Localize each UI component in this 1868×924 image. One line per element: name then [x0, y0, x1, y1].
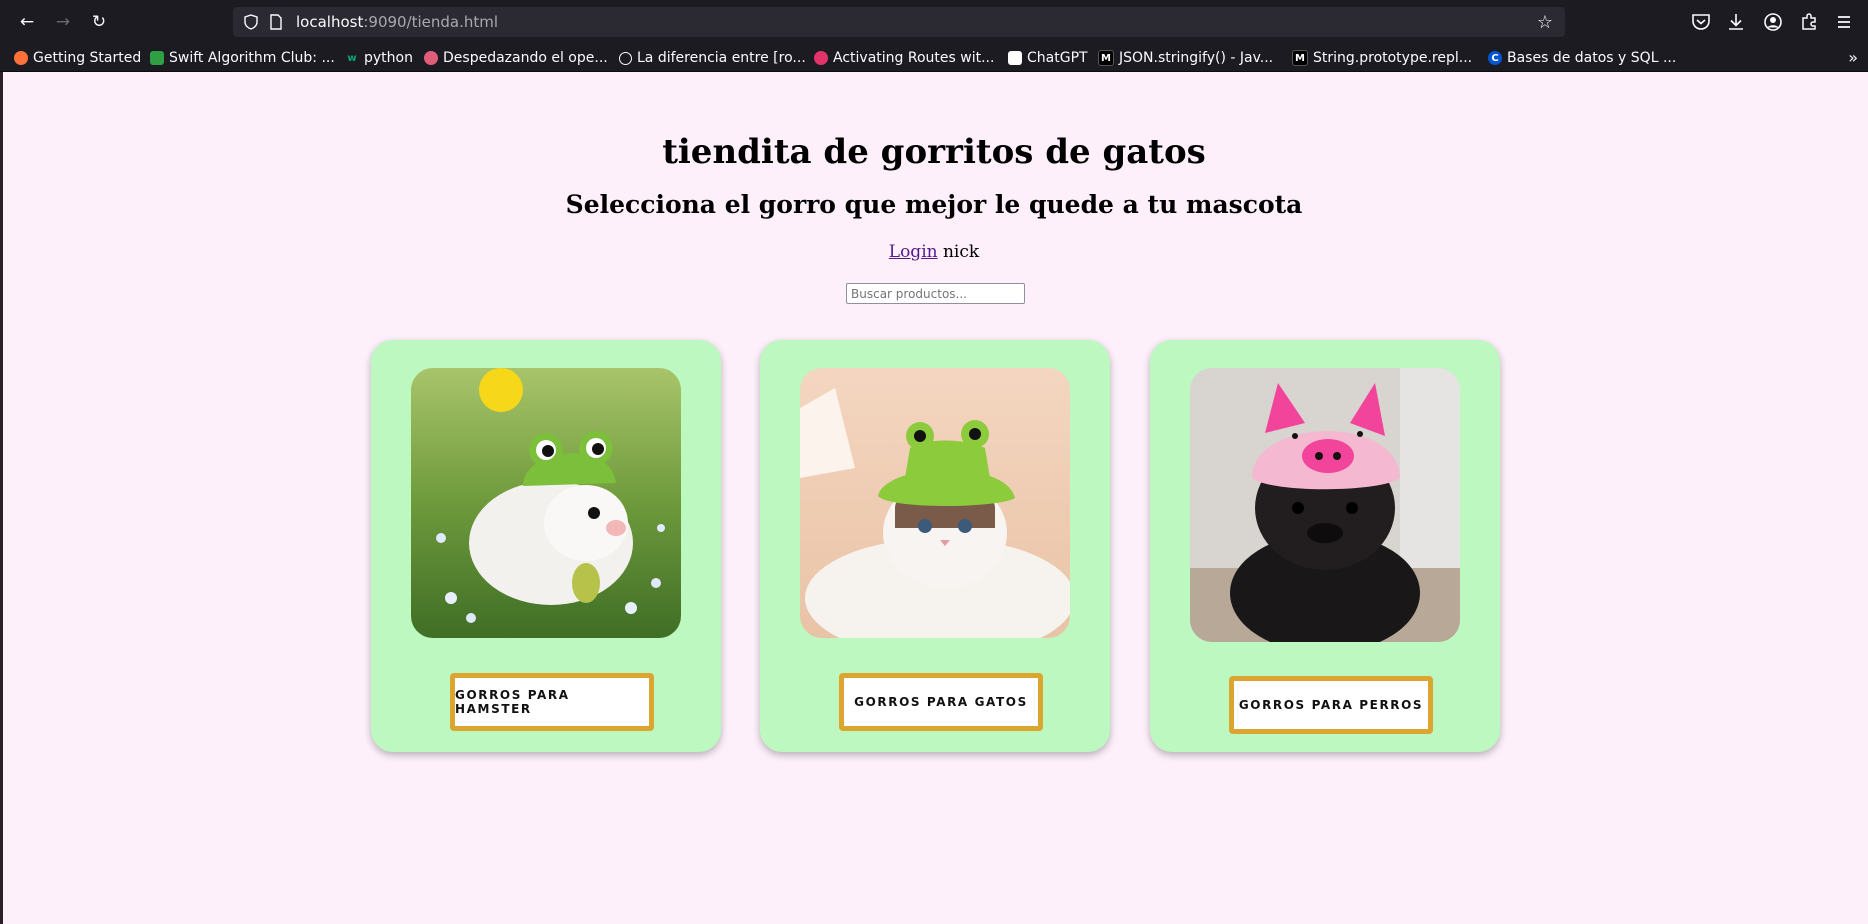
product-card-dog: GORROS PARA PERROS — [1150, 340, 1500, 752]
bookmark-label: Activating Routes wit... — [833, 50, 995, 66]
bookmark-item[interactable]: M String.prototype.repl... — [1292, 48, 1472, 68]
account-icon[interactable] — [1762, 11, 1784, 33]
product-card-cat: GORROS PARA GATOS — [760, 340, 1110, 752]
bookmark-label: python — [364, 50, 413, 66]
cat-hats-button[interactable]: GORROS PARA GATOS — [839, 673, 1043, 731]
bookmark-label: JSON.stringify() - Jav... — [1119, 50, 1274, 66]
bookmark-item[interactable]: C Bases de datos y SQL ... — [1488, 48, 1676, 68]
login-line: Login nick — [0, 242, 1868, 262]
dog-hats-button[interactable]: GORROS PARA PERROS — [1229, 676, 1433, 734]
download-icon[interactable] — [1725, 11, 1747, 33]
firefox-icon — [14, 51, 28, 65]
address-bar[interactable]: localhost:9090/tienda.html ☆ — [233, 7, 1565, 37]
mdn-icon: M — [1098, 50, 1114, 66]
login-link[interactable]: Login — [889, 242, 938, 262]
extensions-icon[interactable] — [1798, 11, 1820, 33]
bookmark-label: Despedazando el ope... — [443, 50, 608, 66]
forward-arrow-icon[interactable]: → — [51, 10, 75, 34]
chatgpt-icon — [1008, 51, 1022, 65]
back-arrow-icon[interactable]: ← — [15, 10, 39, 34]
bookmark-label: String.prototype.repl... — [1313, 50, 1473, 66]
cat-frog-hat-photo — [800, 368, 1070, 638]
hamster-frog-hat-photo — [411, 368, 681, 638]
bookmarks-toolbar: Getting Started Swift Algorithm Club: ..… — [0, 44, 1868, 72]
bookmark-star-icon[interactable]: ☆ — [1537, 12, 1553, 33]
page-subtitle: Selecciona el gorro que mejor le quede a… — [565, 190, 1303, 219]
bookmark-label: ChatGPT — [1027, 50, 1088, 66]
bookmark-label: Swift Algorithm Club: ... — [169, 50, 335, 66]
pug-pig-hat-photo — [1190, 368, 1460, 642]
page-icon[interactable] — [269, 14, 283, 30]
bookmark-label: La diferencia entre [ro... — [637, 50, 806, 66]
page-title: tiendita de gorritos de gatos — [662, 132, 1206, 172]
page-content: tiendita de gorritos de gatos Selecciona… — [0, 72, 1868, 924]
medium-icon — [424, 51, 438, 65]
bookmark-item[interactable]: Swift Algorithm Club: ... — [150, 48, 335, 68]
url-path: :9090/tienda.html — [363, 13, 499, 31]
bookmark-item[interactable]: ChatGPT — [1008, 48, 1088, 68]
bookmark-item[interactable]: w python — [345, 48, 413, 68]
search-input[interactable] — [846, 283, 1025, 304]
shield-icon[interactable] — [243, 14, 259, 30]
github-icon — [150, 51, 164, 65]
reload-icon[interactable]: ↻ — [87, 10, 111, 34]
chevron-double-right-icon[interactable]: » — [1848, 48, 1858, 67]
bookmark-label: Bases de datos y SQL ... — [1507, 50, 1677, 66]
video-icon — [814, 51, 828, 65]
username: nick — [942, 242, 980, 262]
w3-icon: w — [347, 52, 357, 64]
pocket-icon[interactable] — [1690, 11, 1712, 33]
bookmark-item[interactable]: M JSON.stringify() - Jav... — [1098, 48, 1273, 68]
browser-toolbar: ← → ↻ localhost:9090/tienda.html ☆ — [0, 0, 1868, 44]
url-text[interactable]: localhost:9090/tienda.html — [296, 13, 498, 31]
bookmark-item[interactable]: La diferencia entre [ro... — [619, 48, 806, 68]
mdn-icon: M — [1292, 50, 1308, 66]
product-card-hamster: GORROS PARA HAMSTER — [371, 340, 721, 752]
coursera-icon: C — [1488, 51, 1502, 65]
bookmark-label: Getting Started — [33, 50, 142, 66]
globe-icon — [619, 51, 632, 65]
bookmark-item[interactable]: Despedazando el ope... — [424, 48, 608, 68]
hamster-hats-button[interactable]: GORROS PARA HAMSTER — [450, 673, 654, 731]
bookmark-item[interactable]: Activating Routes wit... — [814, 48, 994, 68]
url-host: localhost — [296, 13, 364, 31]
bookmark-item[interactable]: Getting Started — [14, 48, 141, 68]
menu-icon[interactable] — [1833, 11, 1855, 33]
